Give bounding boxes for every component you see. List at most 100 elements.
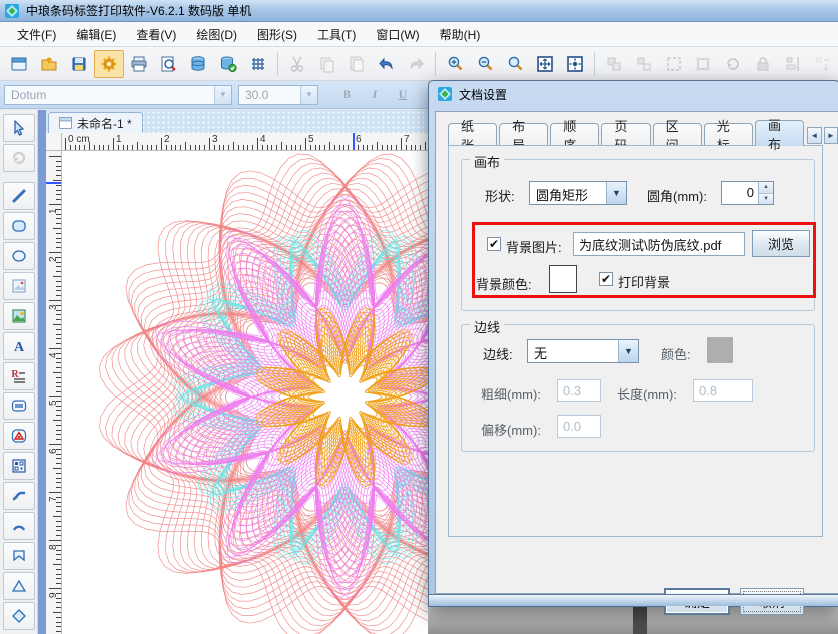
menu-tools[interactable]: 工具(T) xyxy=(308,23,365,46)
document-settings-button[interactable] xyxy=(94,50,124,78)
ruler-tick xyxy=(425,142,426,150)
database-connect-button[interactable] xyxy=(213,50,243,78)
select-region-button[interactable] xyxy=(659,50,689,78)
zoom-in-button[interactable] xyxy=(440,50,470,78)
cut-button[interactable] xyxy=(282,50,312,78)
ruler-tick xyxy=(233,142,234,150)
tab-scroll-left-button[interactable]: ◄ xyxy=(807,127,821,144)
chevron-down-icon[interactable]: ▼ xyxy=(606,182,626,204)
line-tool-button[interactable] xyxy=(3,182,35,210)
group-button[interactable] xyxy=(599,50,629,78)
offset-input[interactable] xyxy=(557,415,601,438)
spinner-down-icon[interactable]: ▼ xyxy=(759,194,773,205)
rich-text-tool-button[interactable]: R xyxy=(3,362,35,390)
document-tab-title: 未命名-1 * xyxy=(77,115,132,132)
open-file-button[interactable] xyxy=(34,50,64,78)
text-tool-button[interactable]: A xyxy=(3,332,35,360)
background-image-checkbox[interactable]: ✔ xyxy=(487,237,501,251)
tab-interval[interactable]: 区间 xyxy=(653,123,702,146)
print-background-checkbox[interactable]: ✔ xyxy=(599,272,613,286)
select-tool-button[interactable] xyxy=(3,114,35,142)
redo-button[interactable] xyxy=(402,50,432,78)
rounded-rect-tool-button[interactable] xyxy=(3,212,35,240)
border-line-combo[interactable]: 无 ▼ xyxy=(527,339,639,363)
browse-button[interactable]: 浏览 xyxy=(752,230,810,257)
align-button[interactable] xyxy=(778,50,808,78)
save-button[interactable] xyxy=(64,50,94,78)
print-preview-button[interactable] xyxy=(153,50,183,78)
logo-shape-tool-button[interactable] xyxy=(3,422,35,450)
chevron-down-icon[interactable]: ▼ xyxy=(300,86,317,104)
barcode-tool-button[interactable] xyxy=(3,392,35,420)
menu-help[interactable]: 帮助(H) xyxy=(431,23,490,46)
print-button[interactable] xyxy=(124,50,154,78)
fit-page-button[interactable] xyxy=(530,50,560,78)
spinner-up-icon[interactable]: ▲ xyxy=(759,182,773,194)
triangle-tool-button[interactable] xyxy=(3,572,35,600)
font-size-combo[interactable]: 30.0 ▼ xyxy=(238,85,318,105)
tab-page-number[interactable]: 页码 xyxy=(601,123,650,146)
tab-canvas[interactable]: 画布 xyxy=(755,120,804,146)
menu-draw[interactable]: 绘图(D) xyxy=(187,23,246,46)
tab-scroll-right-button[interactable]: ► xyxy=(824,127,838,144)
qrcode-tool-button[interactable] xyxy=(3,452,35,480)
ruler-tick xyxy=(358,145,359,150)
underline-button[interactable]: U xyxy=(392,85,414,105)
chevron-down-icon[interactable]: ▼ xyxy=(214,86,231,104)
italic-button[interactable]: I xyxy=(364,85,386,105)
tab-paper[interactable]: 纸张 xyxy=(448,123,497,146)
dialog-titlebar[interactable]: 文档设置 xyxy=(429,81,838,107)
curve-tool-button[interactable] xyxy=(3,482,35,510)
tab-order[interactable]: 顺序 xyxy=(550,123,599,146)
distribute-button[interactable] xyxy=(808,50,838,78)
document-tab[interactable]: 未命名-1 * xyxy=(48,112,143,133)
zoom-out-button[interactable] xyxy=(470,50,500,78)
font-family-combo[interactable]: Dotum ▼ xyxy=(4,85,232,105)
gold-inner-star xyxy=(260,312,430,481)
fit-width-button[interactable] xyxy=(560,50,590,78)
ellipse-tool-button[interactable] xyxy=(3,242,35,270)
image-tool-button[interactable] xyxy=(3,302,35,330)
ruler-tick xyxy=(56,410,61,411)
database-button[interactable] xyxy=(183,50,213,78)
zoom-tool-button[interactable] xyxy=(500,50,530,78)
ruler-tick xyxy=(56,194,61,195)
ungroup-button[interactable] xyxy=(629,50,659,78)
background-image-path-input[interactable] xyxy=(573,232,745,256)
menu-edit[interactable]: 编辑(E) xyxy=(67,23,125,46)
tab-layout[interactable]: 布局 xyxy=(499,123,548,146)
polygon-tool-button[interactable] xyxy=(3,542,35,570)
menu-window[interactable]: 窗口(W) xyxy=(367,23,428,46)
length-input[interactable] xyxy=(693,379,753,402)
transform-button[interactable] xyxy=(689,50,719,78)
grid-button[interactable] xyxy=(243,50,273,78)
tab-cursor[interactable]: 光标 xyxy=(704,123,753,146)
border-color-swatch[interactable] xyxy=(707,337,733,363)
copy-button[interactable] xyxy=(312,50,342,78)
menu-shape[interactable]: 图形(S) xyxy=(248,23,306,46)
ruler-tick xyxy=(56,482,61,483)
lock-button[interactable] xyxy=(748,50,778,78)
new-document-button[interactable] xyxy=(4,50,34,78)
menu-view[interactable]: 查看(V) xyxy=(127,23,185,46)
picture-frame-tool-button[interactable] xyxy=(3,272,35,300)
rotate-tool-button[interactable] xyxy=(3,144,35,172)
menu-file[interactable]: 文件(F) xyxy=(8,23,65,46)
background-color-swatch[interactable] xyxy=(549,265,577,293)
ruler-tick xyxy=(56,314,61,315)
bold-button[interactable]: B xyxy=(336,85,358,105)
thickness-input[interactable] xyxy=(557,379,601,402)
ruler-tick xyxy=(56,473,61,474)
paste-button[interactable] xyxy=(342,50,372,78)
arc-tool-button[interactable] xyxy=(3,512,35,540)
ruler-tick xyxy=(291,145,292,150)
magenta-star xyxy=(251,305,440,489)
undo-button[interactable] xyxy=(372,50,402,78)
ruler-tick xyxy=(56,458,61,459)
ruler-tick xyxy=(223,145,224,150)
diamond-tool-button[interactable] xyxy=(3,602,35,630)
chevron-down-icon[interactable]: ▼ xyxy=(618,340,638,362)
shape-combo[interactable]: 圆角矩形 ▼ xyxy=(529,181,627,205)
rotate-object-button[interactable] xyxy=(718,50,748,78)
corner-radius-spinner[interactable]: 0 ▲▼ xyxy=(721,181,774,205)
